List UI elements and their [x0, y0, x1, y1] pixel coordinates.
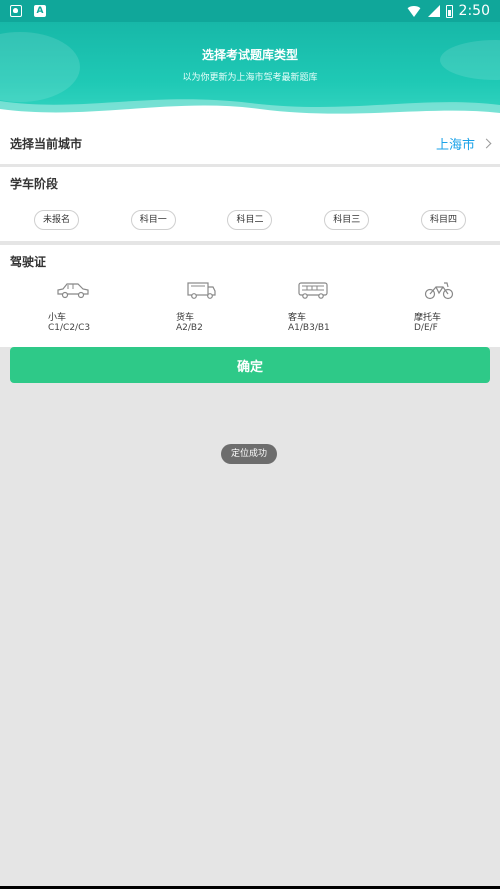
stage-option-subject-2[interactable]: 科目二	[227, 210, 273, 230]
chevron-right-icon	[481, 138, 492, 148]
confirm-button[interactable]: 确定	[10, 347, 490, 383]
city-selector[interactable]: 选择当前城市 上海市	[0, 122, 500, 164]
vehicle-code: A2/B2	[176, 323, 203, 333]
vehicle-name: 小车	[48, 313, 67, 323]
stage-option-subject-1[interactable]: 科目一	[130, 210, 176, 230]
vehicle-code: A1/B3/B1	[288, 323, 330, 333]
vehicle-name: 摩托车	[414, 313, 442, 323]
vehicle-code: C1/C2/C3	[48, 323, 91, 333]
stage-option-unregistered[interactable]: 未报名	[34, 210, 80, 230]
page-subtitle: 以为你更新为上海市驾考最新题库	[182, 73, 318, 83]
status-time: 2:50	[458, 3, 490, 19]
vehicle-name: 客车	[288, 313, 307, 323]
app-a-icon: A	[34, 5, 46, 17]
stage-label: 学车阶段	[10, 177, 59, 191]
battery-icon	[445, 4, 453, 18]
vehicle-bus[interactable]: 客车 A1/B3/B1	[288, 276, 368, 333]
wifi-icon	[405, 5, 422, 17]
stage-section: 学车阶段 未报名 科目一 科目二 科目三 科目四	[0, 167, 500, 241]
city-value[interactable]: 上海市	[435, 134, 492, 153]
signal-icon	[427, 5, 440, 17]
bus-icon	[288, 276, 338, 304]
status-bar: A 2:50	[0, 0, 500, 22]
motorcycle-icon	[414, 276, 464, 304]
header-banner: 选择考试题库类型 以为你更新为上海市驾考最新题库	[0, 22, 500, 122]
toast-message: 定位成功	[221, 444, 278, 464]
city-name: 上海市	[435, 137, 475, 153]
stage-options: 未报名 科目一 科目二 科目三 科目四	[10, 210, 490, 230]
vehicle-motorcycle[interactable]: 摩托车 D/E/F	[414, 276, 494, 333]
vehicle-code: D/E/F	[414, 323, 438, 333]
stage-option-subject-3[interactable]: 科目三	[324, 210, 370, 230]
vehicle-car[interactable]: 小车 C1/C2/C3	[48, 276, 128, 333]
license-section: 驾驶证 小车 C1/C2/C3 货车 A2/B2 客车 A1/B3/B1 摩托车…	[0, 245, 500, 347]
vehicle-truck[interactable]: 货车 A2/B2	[176, 276, 256, 333]
page-title: 选择考试题库类型	[201, 48, 298, 62]
city-label: 选择当前城市	[10, 136, 83, 151]
vehicle-name: 货车	[176, 313, 195, 323]
shield-icon	[10, 5, 22, 17]
truck-icon	[176, 276, 226, 304]
wave-decoration	[0, 99, 500, 122]
stage-option-subject-4[interactable]: 科目四	[420, 210, 466, 230]
license-label: 驾驶证	[10, 255, 47, 269]
car-icon	[48, 276, 98, 304]
